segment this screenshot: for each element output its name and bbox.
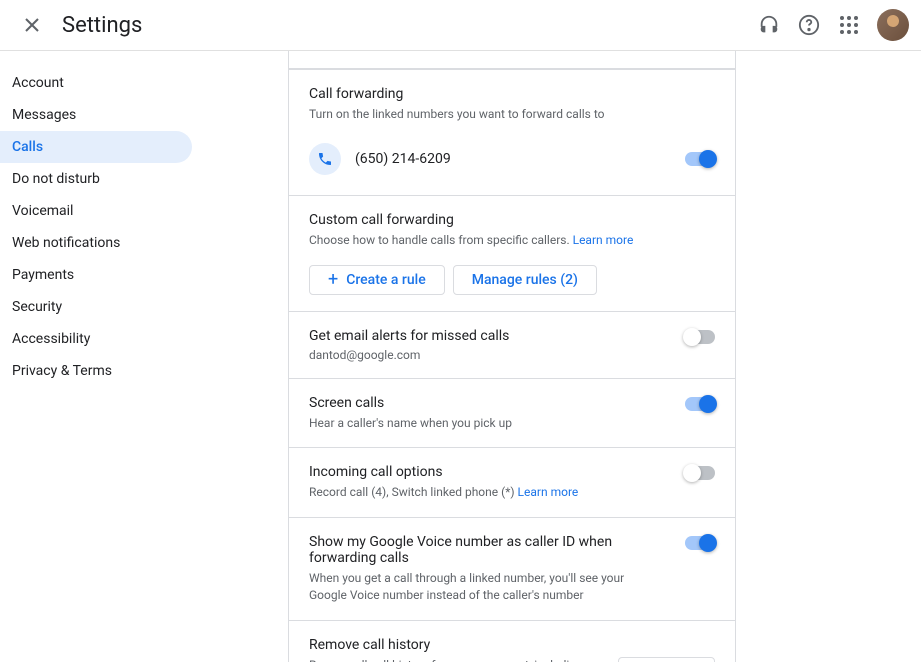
- previous-section-sliver: [289, 51, 735, 69]
- avatar[interactable]: [877, 9, 909, 41]
- sidebar-item-label: Payments: [12, 267, 74, 283]
- body: Account Messages Calls Do not disturb Vo…: [0, 51, 921, 662]
- manage-rules-button[interactable]: Manage rules (2): [453, 265, 597, 295]
- calls-settings-card: Call forwarding Turn on the linked numbe…: [288, 51, 736, 662]
- sidebar-item-calls[interactable]: Calls: [0, 131, 192, 163]
- section-subtitle: When you get a call through a linked num…: [309, 570, 665, 604]
- headset-icon: [758, 14, 780, 36]
- section-title: Custom call forwarding: [309, 212, 715, 228]
- buttons-row: + Create a rule Manage rules (2): [309, 265, 715, 295]
- caller-id-section: Show my Google Voice number as caller ID…: [289, 517, 735, 620]
- remove-history-section: Remove call history Remove all call hist…: [289, 620, 735, 662]
- sidebar-item-voicemail[interactable]: Voicemail: [0, 195, 192, 227]
- learn-more-link[interactable]: Learn more: [518, 485, 579, 499]
- sidebar-item-accessibility[interactable]: Accessibility: [0, 323, 192, 355]
- section-title: Call forwarding: [309, 86, 715, 102]
- section-subtitle: Turn on the linked numbers you want to f…: [309, 106, 715, 123]
- email-alerts-toggle[interactable]: [685, 330, 715, 344]
- section-title: Screen calls: [309, 395, 665, 411]
- header: Settings: [0, 0, 921, 51]
- forwarding-toggle[interactable]: [685, 152, 715, 166]
- close-button[interactable]: [12, 5, 52, 45]
- call-forwarding-section: Call forwarding Turn on the linked numbe…: [289, 69, 735, 195]
- button-label: Manage rules (2): [472, 272, 578, 288]
- section-title: Remove call history: [309, 637, 606, 653]
- section-title: Show my Google Voice number as caller ID…: [309, 534, 665, 566]
- apps-button[interactable]: [829, 5, 869, 45]
- sidebar-item-web-notifications[interactable]: Web notifications: [0, 227, 192, 259]
- sidebar-item-messages[interactable]: Messages: [0, 99, 192, 131]
- section-subtitle: Choose how to handle calls from specific…: [309, 232, 715, 249]
- subtitle-text: Remove all call history from your accoun…: [309, 658, 583, 662]
- section-subtitle: Hear a caller's name when you pick up: [309, 415, 665, 432]
- incoming-options-toggle[interactable]: [685, 466, 715, 480]
- sidebar-item-label: Voicemail: [12, 203, 73, 219]
- section-title: Incoming call options: [309, 464, 665, 480]
- sidebar-item-payments[interactable]: Payments: [0, 259, 192, 291]
- button-label: Create a rule: [346, 272, 425, 288]
- sidebar-item-label: Do not disturb: [12, 171, 100, 187]
- learn-more-link[interactable]: Learn more: [573, 233, 634, 247]
- sidebar-item-account[interactable]: Account: [0, 67, 192, 99]
- remove-row: Remove call history Remove all call hist…: [309, 637, 715, 662]
- remove-button[interactable]: Remove: [618, 657, 715, 662]
- apps-grid-icon: [840, 16, 858, 34]
- linked-number-row: (650) 214-6209: [309, 143, 715, 175]
- custom-forwarding-section: Custom call forwarding Choose how to han…: [289, 195, 735, 311]
- email-address: dantod@google.com: [309, 348, 665, 362]
- support-button[interactable]: [749, 5, 789, 45]
- sidebar-item-label: Account: [12, 75, 64, 91]
- sidebar: Account Messages Calls Do not disturb Vo…: [0, 51, 192, 662]
- help-button[interactable]: [789, 5, 829, 45]
- sidebar-item-privacy[interactable]: Privacy & Terms: [0, 355, 192, 387]
- phone-icon: [317, 151, 333, 167]
- incoming-options-section: Incoming call options Record call (4), S…: [289, 447, 735, 517]
- subtitle-text: Record call (4), Switch linked phone (*): [309, 485, 518, 499]
- phone-number: (650) 214-6209: [355, 151, 685, 167]
- email-alerts-section: Get email alerts for missed calls dantod…: [289, 311, 735, 378]
- sidebar-item-label: Messages: [12, 107, 76, 123]
- screen-calls-section: Screen calls Hear a caller's name when y…: [289, 378, 735, 448]
- page-title: Settings: [62, 13, 142, 38]
- create-rule-button[interactable]: + Create a rule: [309, 265, 445, 295]
- help-icon: [798, 14, 820, 36]
- close-icon: [20, 13, 44, 37]
- sidebar-item-label: Privacy & Terms: [12, 363, 112, 379]
- remove-text: Remove call history Remove all call hist…: [309, 637, 606, 662]
- section-subtitle: Remove all call history from your accoun…: [309, 657, 606, 662]
- sidebar-item-label: Security: [12, 299, 62, 315]
- sidebar-item-label: Calls: [12, 139, 43, 155]
- subtitle-text: Choose how to handle calls from specific…: [309, 233, 573, 247]
- caller-id-toggle[interactable]: [685, 536, 715, 550]
- sidebar-item-dnd[interactable]: Do not disturb: [0, 163, 192, 195]
- sidebar-item-security[interactable]: Security: [0, 291, 192, 323]
- plus-icon: +: [328, 269, 338, 290]
- screen-calls-toggle[interactable]: [685, 397, 715, 411]
- sidebar-item-label: Web notifications: [12, 235, 120, 251]
- sidebar-item-label: Accessibility: [12, 331, 90, 347]
- section-subtitle: Record call (4), Switch linked phone (*)…: [309, 484, 665, 501]
- content: Call forwarding Turn on the linked numbe…: [192, 51, 921, 662]
- phone-icon-wrap: [309, 143, 341, 175]
- section-title: Get email alerts for missed calls: [309, 328, 665, 344]
